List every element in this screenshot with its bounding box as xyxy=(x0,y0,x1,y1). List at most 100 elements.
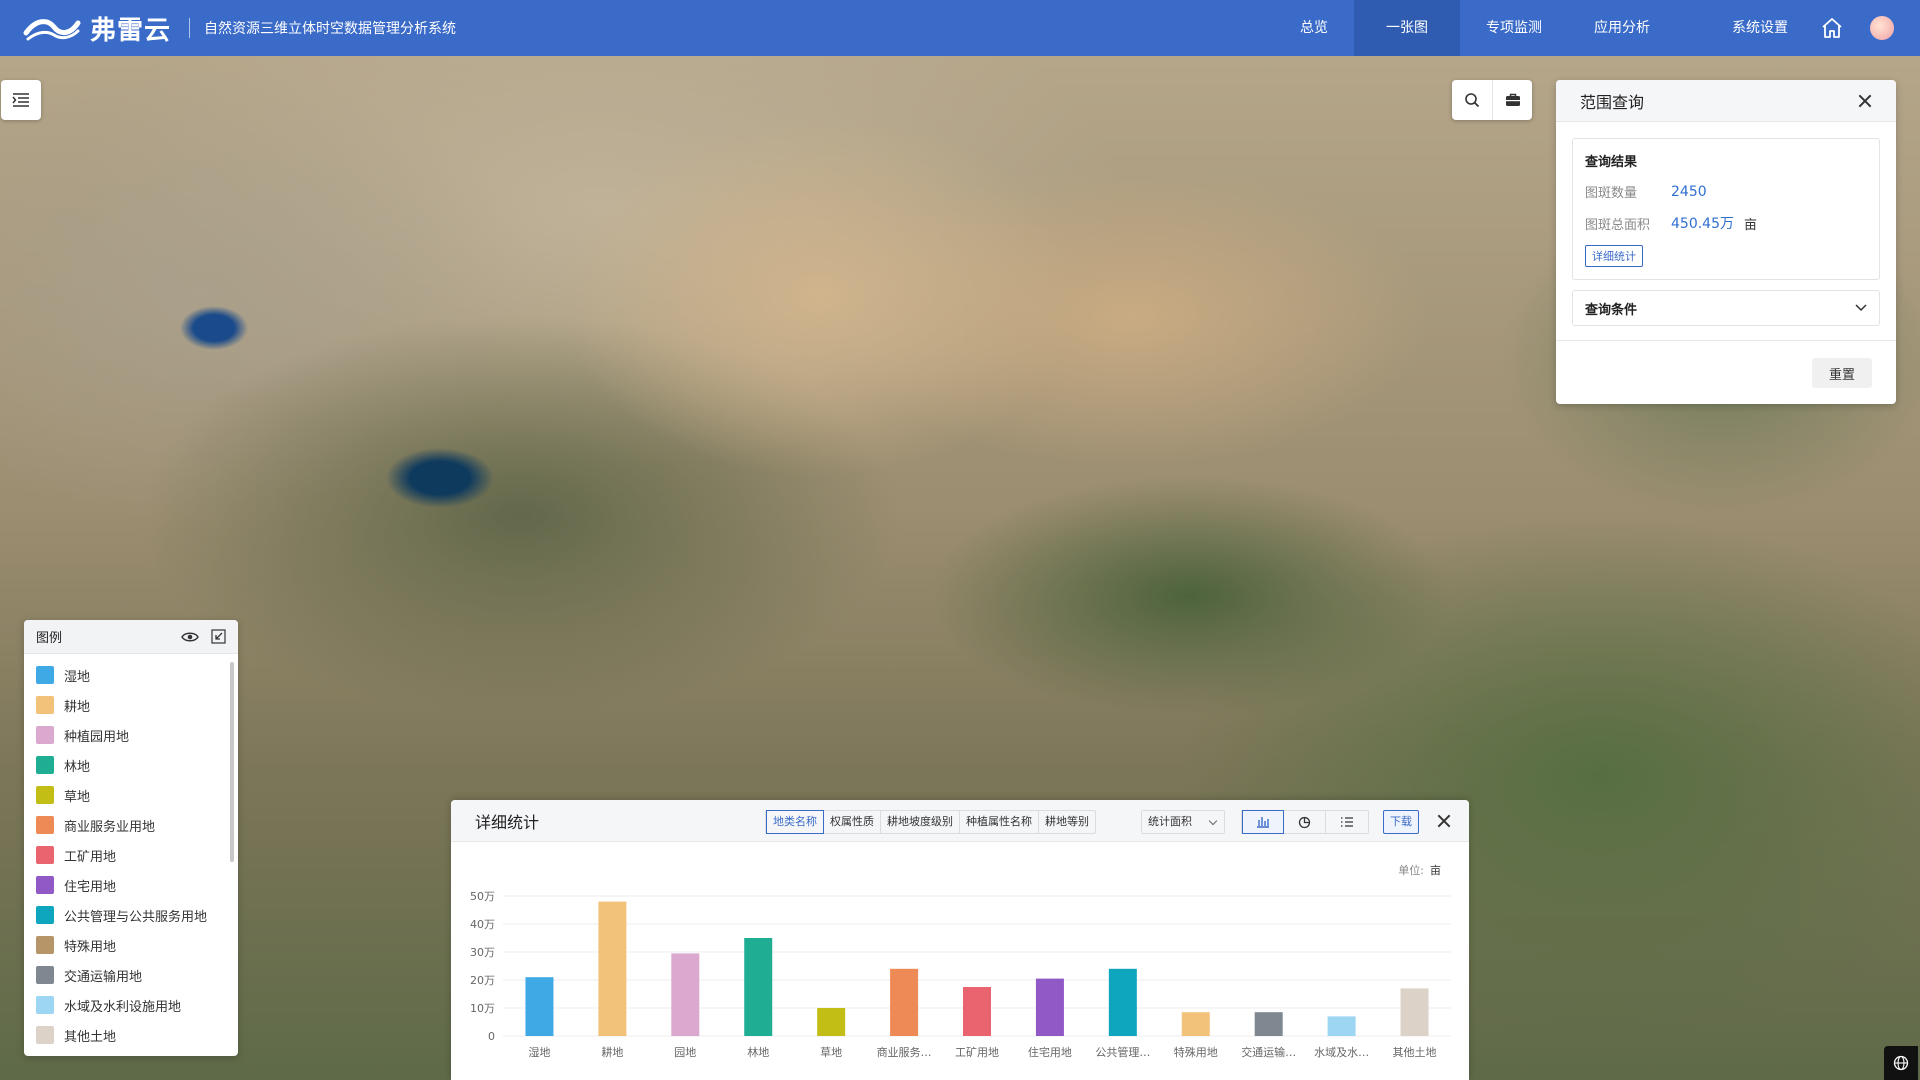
legend-item[interactable]: 水域及水利设施用地 xyxy=(36,990,238,1020)
legend-item[interactable]: 商业服务业用地 xyxy=(36,810,238,840)
count-row: 图斑数量 2450 xyxy=(1585,182,1867,202)
collapse-icon[interactable] xyxy=(211,629,226,644)
range-query-title: 范围查询 xyxy=(1580,92,1645,112)
close-icon[interactable] xyxy=(1858,94,1872,108)
eye-icon[interactable] xyxy=(181,631,199,643)
count-label: 图斑数量 xyxy=(1585,186,1638,201)
legend-item[interactable]: 耕地 xyxy=(36,690,238,720)
toolbox-button[interactable] xyxy=(1492,80,1532,120)
legend-item[interactable]: 住宅用地 xyxy=(36,870,238,900)
legend-swatch xyxy=(36,726,54,744)
y-tick-label: 50万 xyxy=(470,890,495,903)
bar[interactable] xyxy=(1108,968,1137,1036)
y-tick-label: 20万 xyxy=(470,974,495,987)
legend-item[interactable]: 种植园用地 xyxy=(36,720,238,750)
close-icon[interactable] xyxy=(1437,814,1451,828)
legend-item[interactable]: 其他土地 xyxy=(36,1020,238,1050)
y-tick-label: 40万 xyxy=(470,918,495,931)
bar[interactable] xyxy=(598,901,627,1036)
home-icon[interactable] xyxy=(1820,16,1844,40)
tab-farmland-grade[interactable]: 耕地等别 xyxy=(1039,811,1095,833)
metric-select-value: 统计面积 xyxy=(1148,815,1192,828)
nav-one-map[interactable]: 一张图 xyxy=(1354,0,1460,56)
query-conditions-collapse[interactable]: 查询条件 xyxy=(1572,290,1880,326)
legend-item[interactable]: 交通运输用地 xyxy=(36,960,238,990)
table-view-button[interactable] xyxy=(1326,811,1368,833)
legend-item[interactable]: 公共管理与公共服务用地 xyxy=(36,900,238,930)
list-icon xyxy=(1341,817,1353,827)
query-result-title: 查询结果 xyxy=(1585,155,1638,170)
bar[interactable] xyxy=(963,987,991,1036)
x-tick-label: 水域及水… xyxy=(1314,1046,1369,1059)
download-button[interactable]: 下载 xyxy=(1383,810,1419,834)
legend-item-label: 公共管理与公共服务用地 xyxy=(64,909,208,925)
system-title: 自然资源三维立体时空数据管理分析系统 xyxy=(204,21,457,37)
detail-stats-header: 详细统计 地类名称 权属性质 耕地坡度级别 种植属性名称 耕地等别 统计面积 下… xyxy=(451,800,1469,842)
layer-menu-toggle[interactable] xyxy=(1,80,41,120)
search-button[interactable] xyxy=(1452,80,1492,120)
bar[interactable] xyxy=(890,968,919,1036)
metric-select[interactable]: 统计面积 xyxy=(1141,810,1225,834)
legend-swatch xyxy=(36,816,54,834)
tab-planting-attribute[interactable]: 种植属性名称 xyxy=(960,811,1039,833)
nav-overview[interactable]: 总览 xyxy=(1274,0,1354,56)
nav-special-monitoring[interactable]: 专项监测 xyxy=(1460,0,1568,56)
bar[interactable] xyxy=(1327,1016,1356,1036)
brand-logo[interactable]: 弗雷云 xyxy=(22,0,171,56)
tab-slope-level[interactable]: 耕地坡度级别 xyxy=(881,811,960,833)
legend-item[interactable]: 工矿用地 xyxy=(36,840,238,870)
reset-button[interactable]: 重置 xyxy=(1812,358,1872,388)
bar[interactable] xyxy=(1035,978,1064,1036)
legend-swatch xyxy=(36,786,54,804)
nav-application-analysis[interactable]: 应用分析 xyxy=(1568,0,1676,56)
query-result-box: 查询结果 图斑数量 2450 图斑总面积 450.45万 亩 详细统计 xyxy=(1572,138,1880,280)
x-tick-label: 商业服务… xyxy=(877,1045,932,1059)
globe-button[interactable] xyxy=(1884,1046,1918,1080)
chevron-down-icon xyxy=(1208,816,1218,826)
y-tick-label: 10万 xyxy=(470,1002,495,1015)
tab-land-class[interactable]: 地类名称 xyxy=(766,810,824,834)
unit-label-text: 单位: xyxy=(1398,864,1424,877)
legend-swatch xyxy=(36,666,54,684)
bar[interactable] xyxy=(1400,988,1429,1036)
user-avatar[interactable] xyxy=(1870,16,1894,40)
bar-chart-view-button[interactable] xyxy=(1242,810,1284,834)
menu-list-icon xyxy=(12,93,29,107)
legend-item-label: 种植园用地 xyxy=(64,729,130,745)
x-tick-label: 工矿用地 xyxy=(955,1046,999,1059)
x-tick-label: 林地 xyxy=(747,1045,769,1059)
y-tick-label: 0 xyxy=(488,1030,495,1043)
pie-chart-view-button[interactable] xyxy=(1284,811,1326,833)
legend-swatch xyxy=(36,1026,54,1044)
legend-item[interactable]: 特殊用地 xyxy=(36,930,238,960)
title-divider xyxy=(189,18,191,38)
bar[interactable] xyxy=(817,1008,846,1036)
brand-name: 弗雷云 xyxy=(90,15,172,46)
group-by-tabs: 地类名称 权属性质 耕地坡度级别 种植属性名称 耕地等别 xyxy=(765,810,1096,834)
legend-swatch xyxy=(36,966,54,984)
legend-item-label: 特殊用地 xyxy=(64,939,117,955)
legend-swatch xyxy=(36,846,54,864)
legend-panel: 图例 湿地 耕地 种植园用地 林地 草地 商业服务业用地 工矿用地 住宅用地 公共管理与公共服务… xyxy=(24,620,238,1056)
legend-item[interactable]: 湿地 xyxy=(36,660,238,690)
nav-system-settings[interactable]: 系统设置 xyxy=(1706,0,1814,56)
tab-ownership[interactable]: 权属性质 xyxy=(824,811,881,833)
chevron-down-icon xyxy=(1855,304,1867,312)
x-tick-label: 园地 xyxy=(674,1046,696,1059)
toolbox-icon xyxy=(1505,93,1520,106)
detail-stats-title: 详细统计 xyxy=(475,812,540,832)
legend-item-label: 草地 xyxy=(64,789,91,805)
bar[interactable] xyxy=(1254,1012,1283,1036)
bar[interactable] xyxy=(525,977,554,1036)
area-label: 图斑总面积 xyxy=(1585,217,1651,233)
bar[interactable] xyxy=(744,938,773,1036)
legend-swatch xyxy=(36,996,54,1014)
search-icon xyxy=(1465,93,1480,108)
legend-scrollbar[interactable] xyxy=(230,662,234,862)
bar[interactable] xyxy=(1181,1012,1210,1036)
legend-item[interactable]: 林地 xyxy=(36,750,238,780)
legend-item[interactable]: 草地 xyxy=(36,780,238,810)
bar[interactable] xyxy=(671,953,700,1036)
x-tick-label: 住宅用地 xyxy=(1028,1045,1072,1059)
detail-stats-button[interactable]: 详细统计 xyxy=(1585,245,1643,267)
